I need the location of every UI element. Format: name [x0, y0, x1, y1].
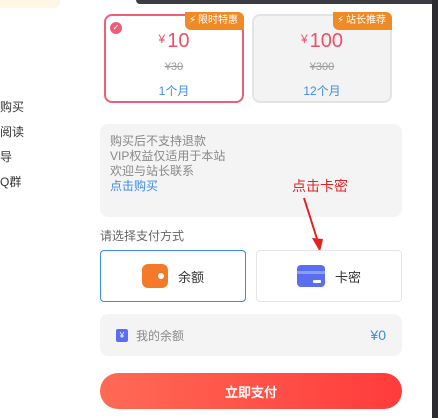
- modal-header-strip: [136, 0, 432, 4]
- plan-price: ¥10: [106, 30, 242, 53]
- annotation-arrow-icon: [303, 197, 323, 252]
- wallet-icon: [141, 264, 168, 288]
- plan-badge-label: 限时特惠: [198, 15, 238, 26]
- notice-line: VIP权益仅适用于本站: [110, 149, 226, 163]
- plan-original-price: ¥300: [309, 61, 335, 73]
- plan-card-1-month[interactable]: ✓ ⚡ 限时特惠 ¥10 ¥30 1个月: [104, 12, 244, 103]
- notice-line: 购买后不支持退款: [110, 134, 207, 148]
- annotation-text: 点击卡密: [292, 178, 348, 194]
- background-page-sidebar: 购买 阅读 导 Q群: [0, 0, 90, 418]
- plan-card-12-months[interactable]: ⚡ 站长推荐 ¥100 ¥300 12个月: [252, 12, 392, 103]
- payment-method-label: 余额: [177, 269, 204, 285]
- background-link-guide: 导: [0, 150, 13, 164]
- card-icon: [296, 265, 325, 287]
- price-amount: 100: [309, 30, 344, 52]
- plan-original-price: ¥30: [164, 61, 184, 73]
- background-dark-edge: [432, 0, 438, 418]
- payment-method-balance[interactable]: 余额: [100, 250, 246, 302]
- background-banner: [0, 0, 60, 8]
- balance-value: ¥0: [370, 327, 386, 343]
- balance-label: 我的余额: [136, 328, 185, 343]
- payment-section-label: 请选择支付方式: [100, 229, 185, 243]
- plan-price: ¥100: [254, 30, 390, 53]
- background-link-read: 阅读: [0, 125, 25, 139]
- payment-method-label: 卡密: [334, 269, 361, 285]
- plan-badge: ⚡ 站长推荐: [332, 12, 392, 30]
- plan-badge: ⚡ 限时特惠: [184, 12, 244, 30]
- notice-line: 欢迎与站长联系: [110, 164, 195, 178]
- background-link-buy: 购买: [0, 100, 25, 114]
- plan-badge-label: 站长推荐: [346, 15, 386, 26]
- lightning-icon: ⚡: [336, 15, 344, 26]
- pay-now-button[interactable]: 立即支付: [100, 373, 402, 409]
- price-currency: ¥: [300, 32, 308, 46]
- lightning-icon: ⚡: [188, 15, 196, 26]
- plan-duration: 1个月: [158, 84, 190, 98]
- balance-row: ¥ 我的余额 ¥0: [100, 314, 402, 356]
- price-currency: ¥: [158, 32, 166, 46]
- yen-icon: ¥: [116, 328, 128, 342]
- plan-duration: 12个月: [303, 84, 341, 98]
- purchase-notice: 购买后不支持退款 VIP权益仅适用于本站 欢迎与站长联系 点击购买: [100, 124, 402, 217]
- background-link-qq-group: Q群: [0, 175, 22, 189]
- payment-method-card-key[interactable]: 卡密: [256, 250, 402, 302]
- price-amount: 10: [167, 30, 190, 52]
- notice-buy-link[interactable]: 点击购买: [110, 179, 392, 194]
